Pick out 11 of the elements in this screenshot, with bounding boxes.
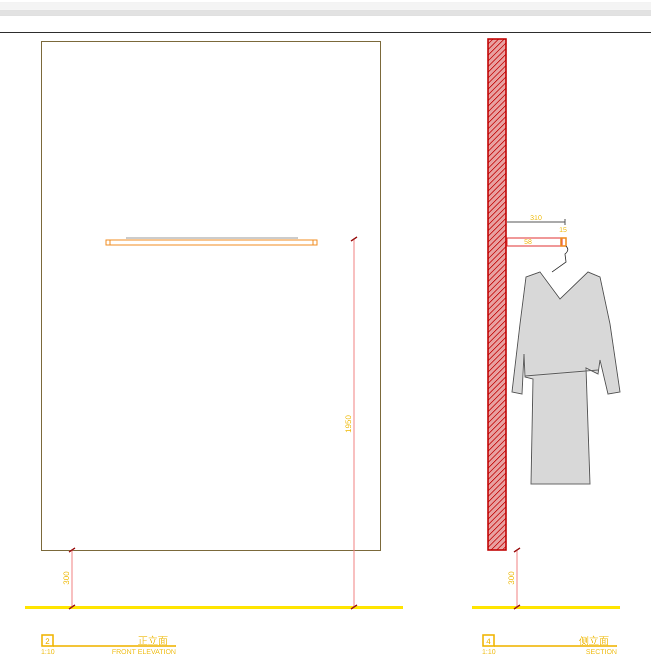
- rail-dimension: [506, 218, 566, 226]
- view-title: 正立面: [138, 636, 168, 647]
- view-title: 侧立面: [579, 636, 609, 647]
- dimension-label: 300: [62, 571, 71, 585]
- dimension-line: [514, 547, 520, 610]
- dimension-label: 1950: [344, 415, 353, 433]
- dimension-line: [68, 547, 76, 610]
- view-number: 4: [486, 637, 491, 646]
- view-number: 2: [45, 637, 50, 646]
- dimension-label: 300: [507, 571, 516, 585]
- hanging-rail: [506, 237, 567, 247]
